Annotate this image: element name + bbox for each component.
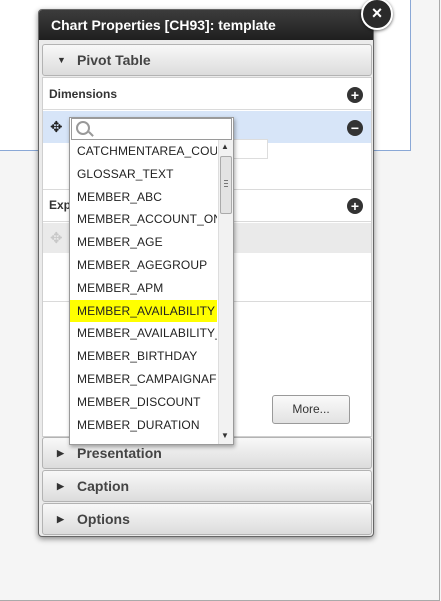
dropdown-option[interactable]: MEMBER_ACCOUNT_ONLINE (70, 208, 217, 231)
divider (43, 109, 371, 110)
section-label: Pivot Table (77, 52, 151, 68)
section-pivot-table[interactable]: ▼ Pivot Table (42, 44, 372, 76)
section-label: Options (77, 511, 130, 527)
add-expression-plus-icon[interactable]: + (347, 198, 363, 214)
dropdown-option[interactable]: MEMBER_DURATION (70, 414, 217, 437)
dialog-title: Chart Properties [CH93]: template (39, 10, 373, 40)
dropdown-option[interactable]: MEMBER_APM (70, 277, 217, 300)
remove-dimension-minus-icon[interactable]: − (347, 120, 363, 136)
dropdown-option[interactable]: CATCHMENTAREA_COUNTRY (70, 140, 217, 163)
dropdown-option[interactable]: MEMBER_AVAILABILITY (70, 299, 217, 323)
dropdown-option[interactable]: MEMBER_CAMPAIGNAFFINITY (70, 368, 217, 391)
dropdown-option[interactable]: MEMBER_BIRTHDAY (70, 345, 217, 368)
section-options[interactable]: ▶ Options (42, 503, 372, 535)
triangle-right-icon: ▶ (57, 514, 64, 524)
dropdown-option[interactable]: MEMBER_AGEGROUP (70, 254, 217, 277)
scrollbar[interactable]: ▲ ▼ (218, 140, 233, 444)
triangle-right-icon: ▶ (57, 481, 64, 491)
search-icon (76, 121, 90, 135)
scroll-thumb[interactable] (220, 156, 232, 214)
dropdown-option[interactable]: MEMBER_DISCOUNT (70, 391, 217, 414)
dropdown-option[interactable]: MEMBER_AVAILABILITY_DATE (70, 322, 217, 345)
triangle-down-icon: ▼ (57, 55, 66, 65)
move-icon[interactable]: ✥ (50, 118, 63, 136)
grip-line (224, 183, 228, 184)
add-dimension-plus-icon[interactable]: + (347, 87, 363, 103)
move-icon: ✥ (50, 230, 63, 247)
more-button[interactable]: More... (272, 395, 350, 424)
triangle-right-icon: ▶ (57, 448, 64, 458)
search-box[interactable] (71, 118, 232, 140)
dropdown-option[interactable]: GLOSSAR_TEXT (70, 163, 217, 186)
section-caption[interactable]: ▶ Caption (42, 470, 372, 502)
dropdown-option[interactable]: MEMBER_ABC (70, 186, 217, 209)
search-input[interactable] (94, 120, 228, 139)
grip-line (224, 180, 228, 181)
field-dropdown[interactable]: CATCHMENTAREA_COUNTRYGLOSSAR_TEXTMEMBER_… (69, 117, 234, 445)
dimensions-label: Dimensions (49, 87, 118, 101)
section-label: Caption (77, 478, 130, 494)
field-list: CATCHMENTAREA_COUNTRYGLOSSAR_TEXTMEMBER_… (70, 140, 217, 444)
grip-line (224, 186, 228, 187)
scroll-up-icon[interactable]: ▲ (221, 142, 229, 151)
dimension-value-field (230, 139, 268, 159)
scroll-down-icon[interactable]: ▼ (221, 431, 229, 440)
expressions-label: Exp (49, 198, 72, 212)
dropdown-option[interactable]: MEMBER_AGE (70, 231, 217, 254)
